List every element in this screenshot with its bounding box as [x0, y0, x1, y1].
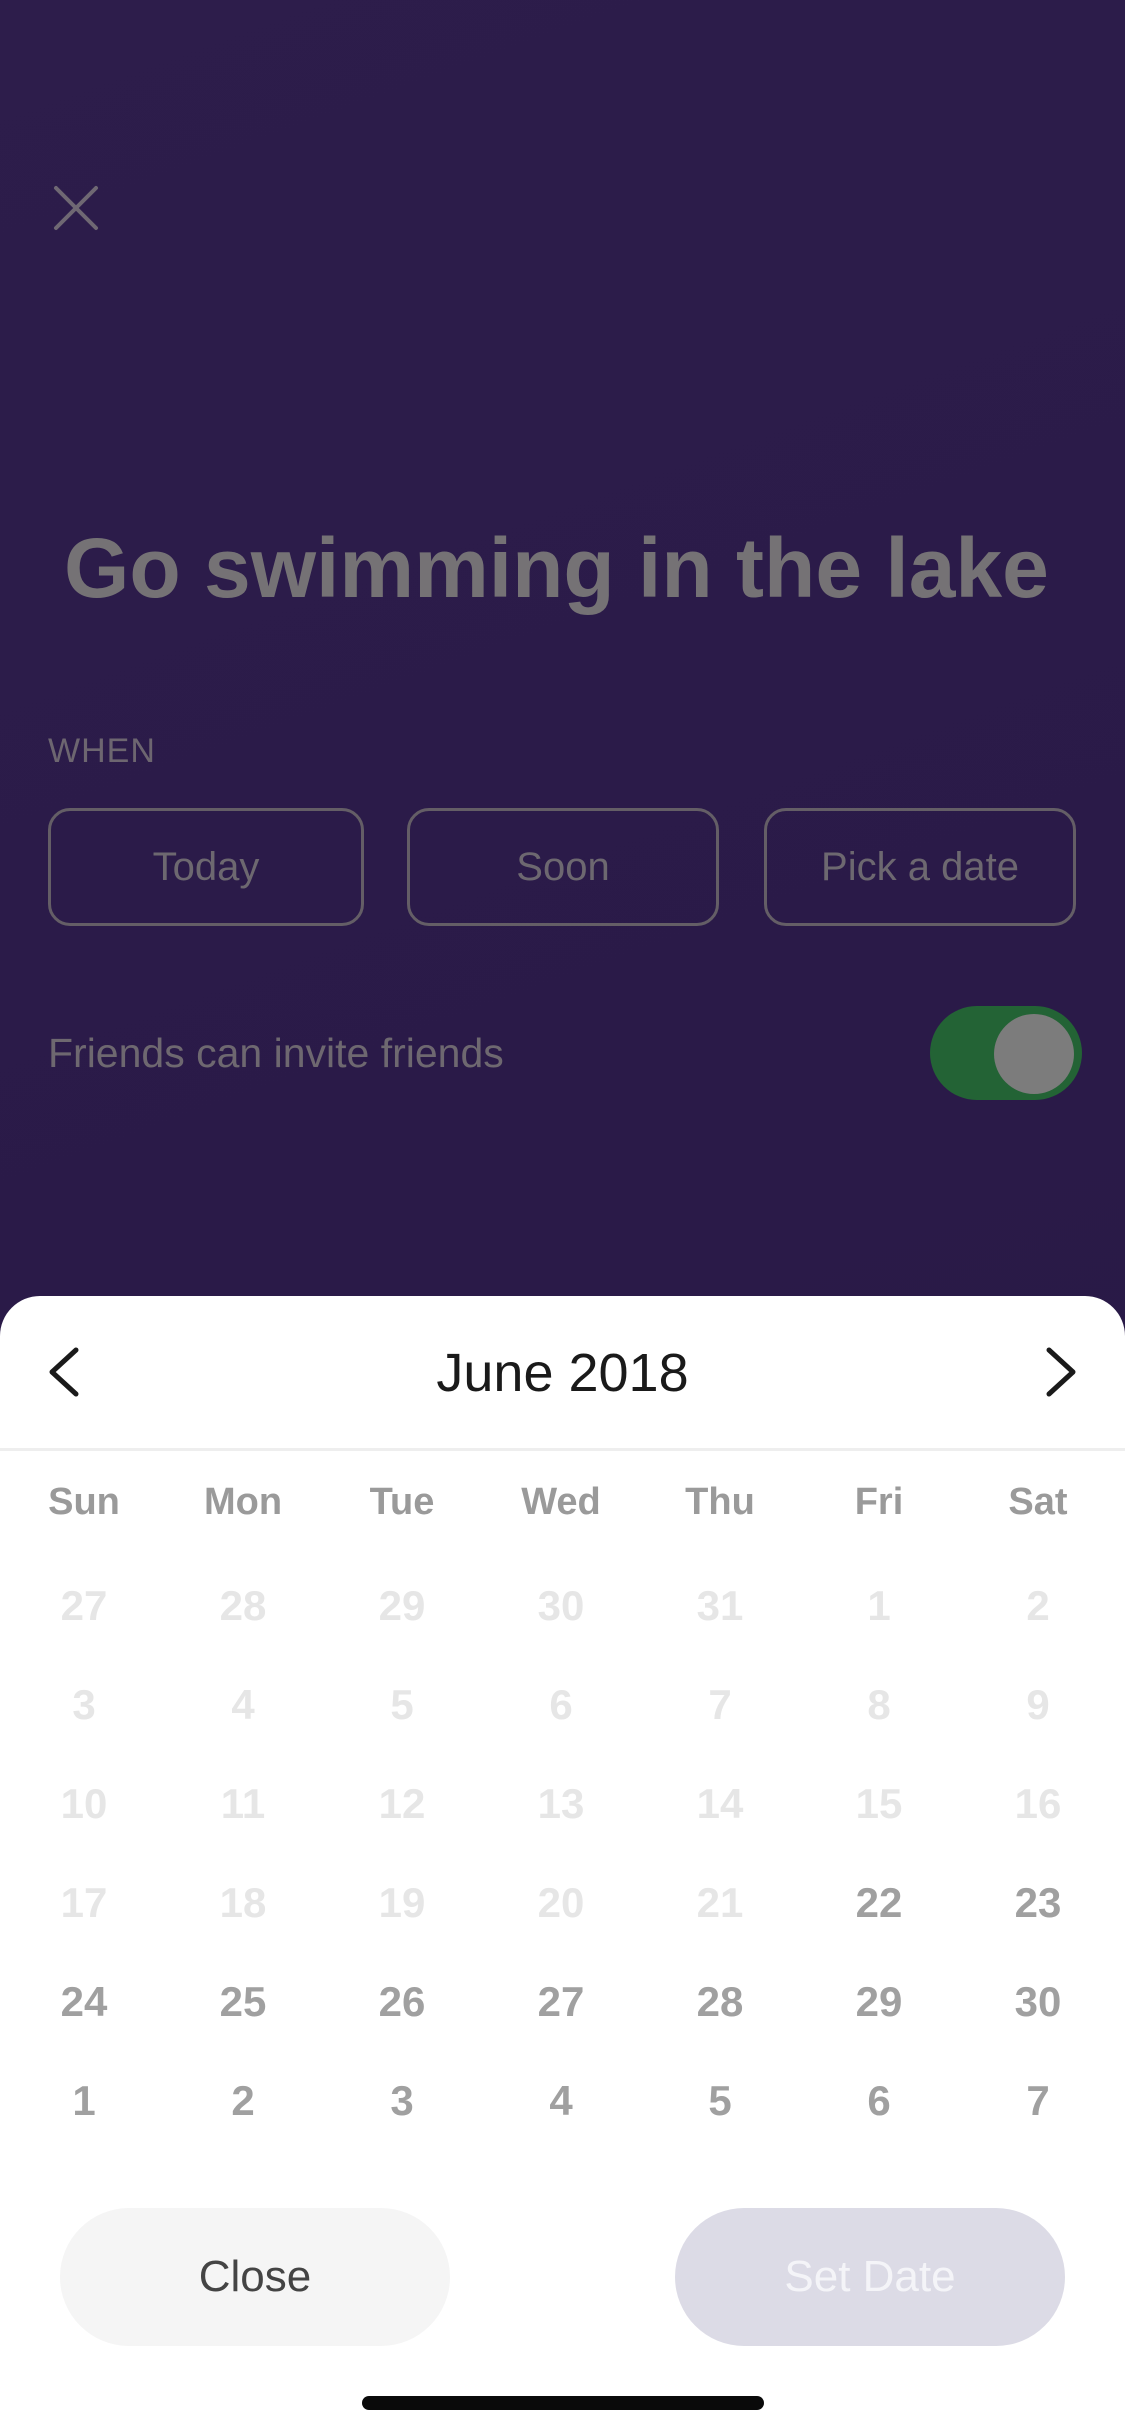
calendar-day: 17	[60, 1879, 108, 1926]
calendar-day[interactable]: 3	[322, 2061, 482, 2141]
calendar-day: 3	[72, 1681, 96, 1728]
calendar-day[interactable]: 24	[4, 1962, 164, 2042]
calendar-day: 14	[696, 1780, 744, 1827]
calendar-day[interactable]: 29	[799, 1962, 959, 2042]
calendar-day: 2	[1026, 1582, 1050, 1629]
calendar-day[interactable]: 1	[4, 2061, 164, 2141]
calendar-day: 4	[231, 1681, 255, 1728]
calendar-day: 30	[537, 1582, 585, 1629]
calendar-day: 10	[60, 1780, 108, 1827]
soon-button[interactable]: Soon	[407, 808, 719, 926]
calendar-day: 28	[219, 1582, 267, 1629]
set-date-button[interactable]: Set Date	[675, 2208, 1065, 2346]
calendar-day[interactable]: 28	[640, 1962, 800, 2042]
calendar-day: 16	[1014, 1780, 1062, 1827]
calendar-day[interactable]: 5	[640, 2061, 800, 2141]
weekday-label: Sat	[1008, 1481, 1068, 1523]
calendar-day: 19	[378, 1879, 426, 1926]
calendar-day: 20	[537, 1879, 585, 1926]
calendar-day: 21	[696, 1879, 744, 1926]
weekday-label: Thu	[685, 1481, 755, 1523]
calendar-day: 13	[537, 1780, 585, 1827]
weekday-label: Mon	[203, 1481, 283, 1523]
calendar-day[interactable]: 27	[481, 1962, 641, 2042]
calendar-day: 18	[219, 1879, 267, 1926]
today-button[interactable]: Today	[48, 808, 364, 926]
calendar-day: 15	[855, 1780, 903, 1827]
calendar-day: 27	[60, 1582, 108, 1629]
calendar-day: 9	[1026, 1681, 1050, 1728]
chevron-right-icon[interactable]	[1029, 1342, 1089, 1402]
calendar-day[interactable]: 26	[322, 1962, 482, 2042]
calendar-day: 29	[378, 1582, 426, 1629]
close-button[interactable]: Close	[60, 2208, 450, 2346]
calendar-day[interactable]: 4	[481, 2061, 641, 2141]
home-indicator	[362, 2396, 764, 2410]
close-icon[interactable]	[48, 180, 104, 236]
calendar-day[interactable]: 2	[163, 2061, 323, 2141]
calendar-day: 31	[696, 1582, 744, 1629]
weekday-label: Sun	[48, 1481, 120, 1523]
calendar-day[interactable]: 30	[958, 1962, 1118, 2042]
invite-friends-label: Friends can invite friends	[48, 1030, 504, 1076]
calendar-day: 12	[378, 1780, 426, 1827]
month-title: June 2018	[436, 1343, 689, 1403]
calendar-day[interactable]: 6	[799, 2061, 959, 2141]
calendar-day[interactable]: 22	[799, 1863, 959, 1943]
weekday-label: Fri	[854, 1481, 904, 1523]
calendar-day: 1	[867, 1582, 891, 1629]
calendar-day[interactable]: 25	[163, 1962, 323, 2042]
calendar-day: 7	[708, 1681, 732, 1728]
invite-friends-toggle[interactable]	[930, 1006, 1082, 1100]
screen: Go swimming in the lake WHEN Today Soon …	[0, 0, 1125, 2436]
calendar-day: 6	[549, 1681, 573, 1728]
calendar-day[interactable]: 7	[958, 2061, 1118, 2141]
weekday-header-row: Sun Mon Tue Wed Thu Fri Sat	[0, 1481, 1125, 1541]
calendar-day[interactable]: 23	[958, 1863, 1118, 1943]
calendar-header: June 2018	[0, 1296, 1125, 1451]
weekday-label: Wed	[521, 1481, 601, 1523]
weekday-label: Tue	[369, 1481, 435, 1523]
toggle-knob	[994, 1014, 1074, 1094]
date-picker-sheet: June 2018 Sun Mon Tue Wed Thu Fri Sat 27 28 29 30…	[0, 1296, 1125, 2436]
when-label: WHEN	[48, 732, 156, 770]
calendar-day: 11	[220, 1780, 266, 1827]
pick-a-date-button[interactable]: Pick a date	[764, 808, 1076, 926]
calendar-day: 5	[390, 1681, 414, 1728]
page-title: Go swimming in the lake	[64, 521, 1049, 615]
calendar-day: 8	[867, 1681, 891, 1728]
